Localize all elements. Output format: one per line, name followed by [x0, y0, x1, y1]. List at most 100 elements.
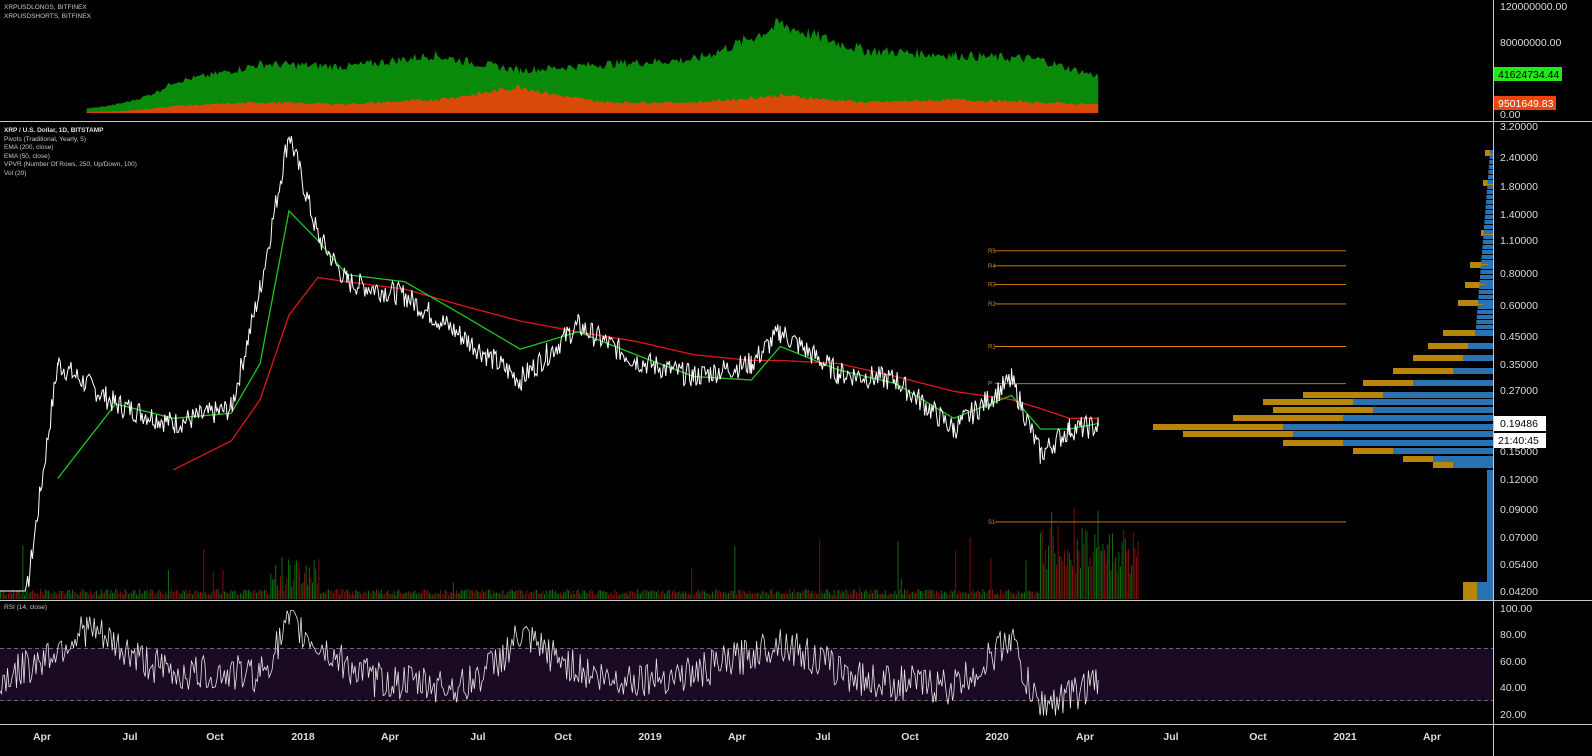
volume-bar	[220, 594, 222, 599]
volume-bar	[176, 589, 177, 599]
volume-bar	[750, 593, 752, 599]
volume-bar	[1001, 594, 1003, 599]
volume-bar	[816, 594, 817, 599]
vpvr-up-row	[1480, 275, 1493, 279]
volume-bar	[737, 589, 739, 599]
legend-rsi[interactable]: RSI (14, close)	[4, 604, 47, 613]
volume-bar	[275, 564, 277, 599]
volume-bar	[552, 589, 553, 599]
volume-bar	[505, 594, 507, 599]
volume-bar	[270, 573, 272, 599]
volume-bar	[998, 594, 1000, 599]
vpvr-down-row	[1413, 355, 1463, 361]
volume-bar	[508, 591, 510, 599]
volume-bar	[83, 589, 85, 599]
volume-bar	[584, 590, 585, 599]
volume-bar	[947, 594, 949, 599]
volume-bar	[987, 591, 989, 599]
pivot-label-s1: S1	[988, 520, 996, 526]
legend-symbol[interactable]: XRP / U.S. Dollar, 1D, BITSTAMP	[4, 127, 137, 136]
volume-bar	[408, 591, 409, 599]
volume-bar	[96, 590, 97, 599]
volume-bar	[1099, 546, 1101, 599]
volume-bar	[1121, 542, 1123, 599]
volume-bar	[153, 592, 155, 599]
volume-bar	[752, 593, 753, 599]
chart-canvas[interactable]: R5 R4 R3 R2 R1 P S1 120000000.00 80000000.00 0.0…	[0, 0, 1592, 756]
volume-bar	[41, 591, 43, 599]
vpvr-up-row	[1488, 165, 1493, 169]
vpvr-up-row	[1481, 255, 1493, 259]
time-axis-label: Oct	[1249, 731, 1267, 743]
volume-bar	[120, 591, 121, 599]
ema200-line	[173, 276, 1099, 471]
volume-bar	[43, 594, 45, 599]
legend-pivots[interactable]: Pivots (Traditional, Yearly, 5)	[4, 136, 137, 145]
volume-bar	[956, 594, 958, 599]
legend-ema200[interactable]: EMA (200, close)	[4, 144, 137, 153]
volume-bar	[406, 592, 408, 599]
main-axis-label: 0.45000	[1500, 331, 1538, 343]
vpvr-up-row	[1393, 448, 1493, 454]
vpvr-down-row	[1463, 582, 1477, 600]
volume-bar	[942, 593, 944, 599]
volume-bar	[844, 589, 846, 599]
volume-bar	[1059, 556, 1061, 599]
volume-bar	[1068, 553, 1070, 599]
legend-longs[interactable]: XRPUSDLONGS, BITFINEX	[4, 4, 91, 13]
volume-bar	[244, 589, 246, 599]
volume-bar	[441, 593, 443, 599]
volume-bar	[1137, 541, 1139, 599]
legend-vpvr[interactable]: VPVR (Number Of Rows, 250, Up/Down, 100)	[4, 161, 137, 170]
volume-bar	[412, 591, 414, 599]
main-axis-label: 0.05400	[1500, 559, 1538, 571]
volume-bar	[840, 593, 841, 599]
volume-bar	[867, 591, 869, 599]
volume-bar	[51, 594, 53, 599]
vpvr-up-row	[1484, 220, 1493, 224]
volume-bar	[483, 591, 485, 599]
volume-bar	[728, 593, 729, 599]
volume-bar	[785, 592, 787, 599]
volume-bar	[1028, 590, 1030, 599]
top-axis-label: 0.00	[1500, 109, 1521, 121]
volume-bar	[473, 593, 475, 599]
volume-bar	[800, 592, 801, 599]
volume-bar	[260, 590, 262, 599]
volume-bar	[385, 591, 387, 599]
volume-bar	[1100, 551, 1102, 599]
volume-bar	[278, 589, 280, 599]
volume-bar	[8, 593, 9, 599]
volume-bar	[1035, 591, 1037, 599]
volume-bar	[809, 593, 811, 599]
volume-bar	[995, 594, 997, 599]
volume-bar	[558, 593, 560, 599]
volume-bar	[788, 589, 790, 599]
volume-bar	[908, 594, 910, 599]
vpvr-up-row	[1482, 245, 1493, 249]
volume-bar	[619, 594, 621, 599]
volume-bar	[668, 589, 670, 599]
volume-bar	[185, 589, 187, 599]
volume-bar	[1126, 551, 1128, 599]
volume-bar	[590, 589, 592, 599]
volume-bar	[318, 559, 320, 599]
volume-bar	[216, 589, 217, 599]
legend-shorts[interactable]: XRPUSDSHORTS, BITFINEX	[4, 13, 91, 22]
volume-bar	[976, 591, 977, 599]
volume-bar	[969, 537, 971, 599]
shorts-badge-text: 9501649.83	[1498, 98, 1554, 110]
volume-bar	[376, 589, 377, 599]
top-panel-legend: XRPUSDLONGS, BITFINEX XRPUSDSHORTS, BITF…	[4, 4, 91, 21]
volume-bar	[284, 584, 286, 599]
volume-bar	[128, 594, 129, 599]
volume-bar	[982, 589, 984, 599]
volume-bar	[313, 560, 315, 599]
vpvr-up-row	[1283, 424, 1493, 430]
pivot-label-r2: R2	[988, 302, 996, 308]
volume-bar	[859, 587, 861, 599]
legend-volume[interactable]: Vol (20)	[4, 170, 137, 179]
volume-bar	[1065, 566, 1067, 599]
main-axis-label: 0.09000	[1500, 504, 1538, 516]
legend-ema50[interactable]: EMA (50, close)	[4, 153, 137, 162]
